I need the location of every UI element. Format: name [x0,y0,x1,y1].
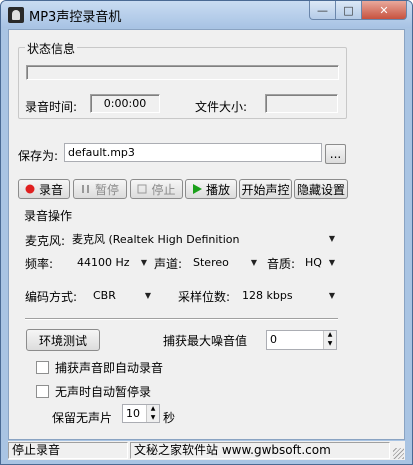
record-button[interactable]: 录音 [18,179,70,199]
stop-label: 停止 [151,182,176,197]
auto-record-checkbox[interactable]: 捕获声音即自动录音 [36,359,174,376]
progress-bar [26,65,339,80]
encoding-select[interactable]: CBR ▼ [93,287,152,304]
microphone-app-icon [8,7,24,23]
status-info-legend: 状态信息 [25,40,78,57]
microphone-select[interactable]: 麦克风 (Realtek High Definition ▼ [72,230,336,247]
file-size-label: 文件大小: [195,100,248,114]
record-time-value: 0:00:00 [90,94,160,113]
pause-button[interactable]: 暂停 [73,179,127,199]
frequency-value: 44100 Hz [77,256,130,269]
environment-test-button[interactable]: 环境测试 [26,329,100,351]
pause-icon [81,184,91,194]
record-time-label: 录音时间: [25,100,78,114]
close-icon: ✕ [379,3,389,17]
pause-label: 暂停 [94,182,119,197]
play-label: 播放 [205,182,230,197]
play-button[interactable]: 播放 [185,179,237,199]
window-controls: — □ ✕ [309,1,407,20]
channel-label: 声道: [154,257,183,271]
spinner-arrows[interactable]: ▲ ▼ [323,331,336,349]
status-site: 文秘之家软件站 www.gwbsoft.com [130,442,390,459]
stop-icon [137,184,147,194]
save-path-input[interactable]: default.mp3 [64,143,322,162]
checkbox-box[interactable] [36,361,49,374]
checkbox-box[interactable] [36,385,49,398]
browse-button[interactable]: ... [325,144,346,164]
microphone-label: 麦克风: [25,234,66,248]
spinner-arrows[interactable]: ▲ ▼ [146,405,159,422]
chevron-down-icon[interactable]: ▼ [324,340,336,349]
record-ops-legend: 录音操作 [24,209,73,223]
divider [25,318,338,320]
max-noise-value: 0 [270,333,277,346]
chevron-down-icon[interactable]: ▼ [147,414,159,423]
chevron-down-icon: ▼ [328,234,336,243]
quality-label: 音质: [267,257,296,271]
max-noise-spinner[interactable]: 0 ▲ ▼ [266,330,337,350]
chevron-down-icon: ▼ [250,258,258,267]
stop-button[interactable]: 停止 [130,179,183,199]
chevron-up-icon[interactable]: ▲ [147,405,159,414]
auto-pause-checkbox[interactable]: 无声时自动暂停录 [36,383,151,400]
save-as-label: 保存为: [18,149,59,163]
maximize-button[interactable]: □ [336,1,362,20]
chevron-down-icon: ▼ [328,291,336,300]
client-area: 状态信息 录音时间: 0:00:00 文件大小: 保存为: default.mp… [8,29,405,440]
title-bar[interactable]: MP3声控录音机 — □ ✕ [1,1,412,28]
quality-value: HQ [305,256,322,269]
status-text: 停止录音 [8,442,128,459]
minimize-button[interactable]: — [309,1,336,20]
encoding-label: 编码方式: [25,290,78,304]
chevron-down-icon: ▼ [328,258,336,267]
chevron-down-icon: ▼ [140,258,148,267]
keep-silence-value: 10 [126,407,140,420]
record-icon [25,184,35,194]
seconds-unit-label: 秒 [163,411,176,425]
bitrate-value: 128 kbps [242,289,293,302]
keep-silence-spinner[interactable]: 10 ▲ ▼ [122,404,160,423]
chevron-up-icon[interactable]: ▲ [324,331,336,340]
close-button[interactable]: ✕ [362,1,407,20]
record-label: 录音 [38,182,63,197]
maximize-icon: □ [343,3,354,17]
play-icon [192,184,202,194]
auto-record-label: 捕获声音即自动录音 [55,361,164,375]
quality-select[interactable]: HQ ▼ [305,254,336,271]
bitrate-label: 采样位数: [178,290,231,304]
start-voice-control-button[interactable]: 开始声控 [239,179,292,199]
file-size-value [265,94,338,113]
auto-pause-label: 无声时自动暂停录 [55,385,152,399]
status-bar: 停止录音 文秘之家软件站 www.gwbsoft.com [8,441,405,460]
resize-grip-icon[interactable] [393,448,404,459]
frequency-select[interactable]: 44100 Hz ▼ [77,254,148,271]
hide-settings-button[interactable]: 隐藏设置 [294,179,348,199]
app-window: MP3声控录音机 — □ ✕ 状态信息 录音时间: 0:00:00 文件大小: … [0,0,413,465]
chevron-down-icon: ▼ [144,291,152,300]
channel-value: Stereo [193,256,229,269]
microphone-value: 麦克风 (Realtek High Definition [72,232,240,246]
channel-select[interactable]: Stereo ▼ [193,254,258,271]
keep-silence-label: 保留无声片 [52,411,113,425]
minimize-icon: — [317,3,328,17]
frequency-label: 频率: [25,257,54,271]
encoding-value: CBR [93,289,116,302]
bitrate-select[interactable]: 128 kbps ▼ [242,287,336,304]
window-title: MP3声控录音机 [29,10,122,25]
max-noise-label: 捕获最大噪音值 [163,334,248,348]
